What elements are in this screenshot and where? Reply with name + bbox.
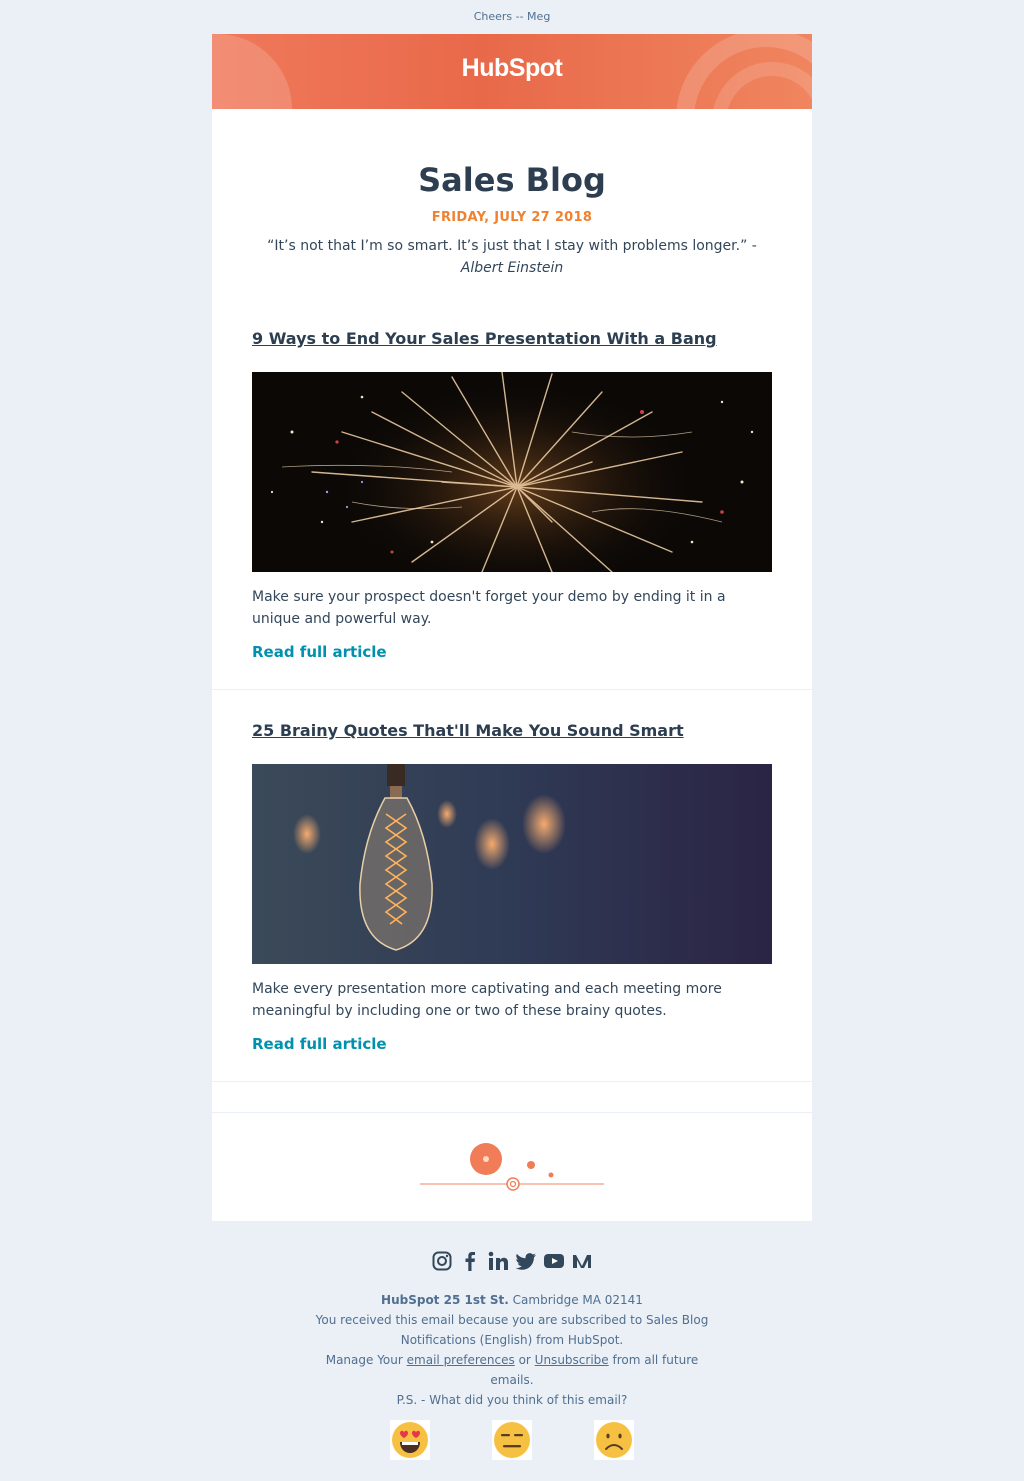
intro-and-article-1: Sales Blog FRIDAY, JULY 27 2018 “It’s no… — [212, 109, 812, 689]
facebook-icon[interactable] — [459, 1250, 481, 1272]
quote-text: “It’s not that I’m so smart. It’s just t… — [267, 238, 757, 254]
company-name: HubSpot 25 1st St. — [381, 1293, 509, 1307]
quote: “It’s not that I’m so smart. It’s just t… — [252, 235, 772, 279]
read-full-article-link[interactable]: Read full article — [252, 643, 387, 661]
hubspot-logo[interactable]: HubSpot — [212, 54, 812, 83]
footer-illustration-panel — [212, 1113, 812, 1221]
company-address-line: HubSpot 25 1st St. Cambridge MA 02141 — [312, 1290, 712, 1310]
issue-date: FRIDAY, JULY 27 2018 — [431, 210, 593, 225]
medium-icon[interactable] — [571, 1250, 593, 1272]
manage-preferences-line: Manage Your email preferences or Unsubsc… — [312, 1350, 712, 1390]
company-address: Cambridge MA 02141 — [512, 1293, 643, 1307]
email-preferences-link[interactable]: email preferences — [407, 1353, 515, 1367]
manage-prefix: Manage Your — [325, 1353, 403, 1367]
linkedin-icon[interactable] — [487, 1250, 509, 1272]
subscription-notice: You received this email because you are … — [315, 1313, 709, 1347]
social-links — [212, 1250, 812, 1276]
lightbulb-image[interactable] — [252, 764, 772, 964]
twitter-icon[interactable] — [515, 1250, 537, 1272]
page-title: Sales Blog — [418, 161, 606, 199]
or-text: or — [518, 1353, 531, 1367]
article-2: 25 Brainy Quotes That'll Make You Sound … — [212, 690, 812, 1081]
unsubscribe-link[interactable]: Unsubscribe — [535, 1353, 609, 1367]
article-title-link[interactable]: 25 Brainy Quotes That'll Make You Sound … — [252, 721, 772, 740]
heart-eyes-emoji[interactable] — [390, 1420, 430, 1460]
fireworks-image[interactable] — [252, 372, 772, 572]
youtube-icon[interactable] — [543, 1250, 565, 1272]
footer-text-block: HubSpot 25 1st St. Cambridge MA 02141 Yo… — [312, 1290, 712, 1410]
preheader-text: Cheers -- Meg — [473, 10, 551, 23]
frowning-face-emoji[interactable] — [594, 1420, 634, 1460]
article-title-link[interactable]: 9 Ways to End Your Sales Presentation Wi… — [252, 329, 772, 348]
neutral-face-emoji[interactable] — [492, 1420, 532, 1460]
feedback-emojis — [212, 1420, 812, 1460]
article-description: Make every presentation more captivating… — [252, 981, 722, 1019]
read-full-article-link[interactable]: Read full article — [252, 1035, 387, 1053]
spacer-row — [212, 1082, 812, 1112]
feedback-question: P.S. - What did you think of this email? — [396, 1393, 628, 1407]
instagram-icon[interactable] — [431, 1250, 453, 1272]
header-banner: HubSpot — [212, 34, 812, 109]
article-description: Make sure your prospect doesn't forget y… — [252, 589, 726, 627]
email-footer: HubSpot 25 1st St. Cambridge MA 02141 Yo… — [212, 1250, 812, 1460]
quote-author: Albert Einstein — [460, 260, 564, 276]
decorative-dots-illustration — [420, 1143, 604, 1191]
